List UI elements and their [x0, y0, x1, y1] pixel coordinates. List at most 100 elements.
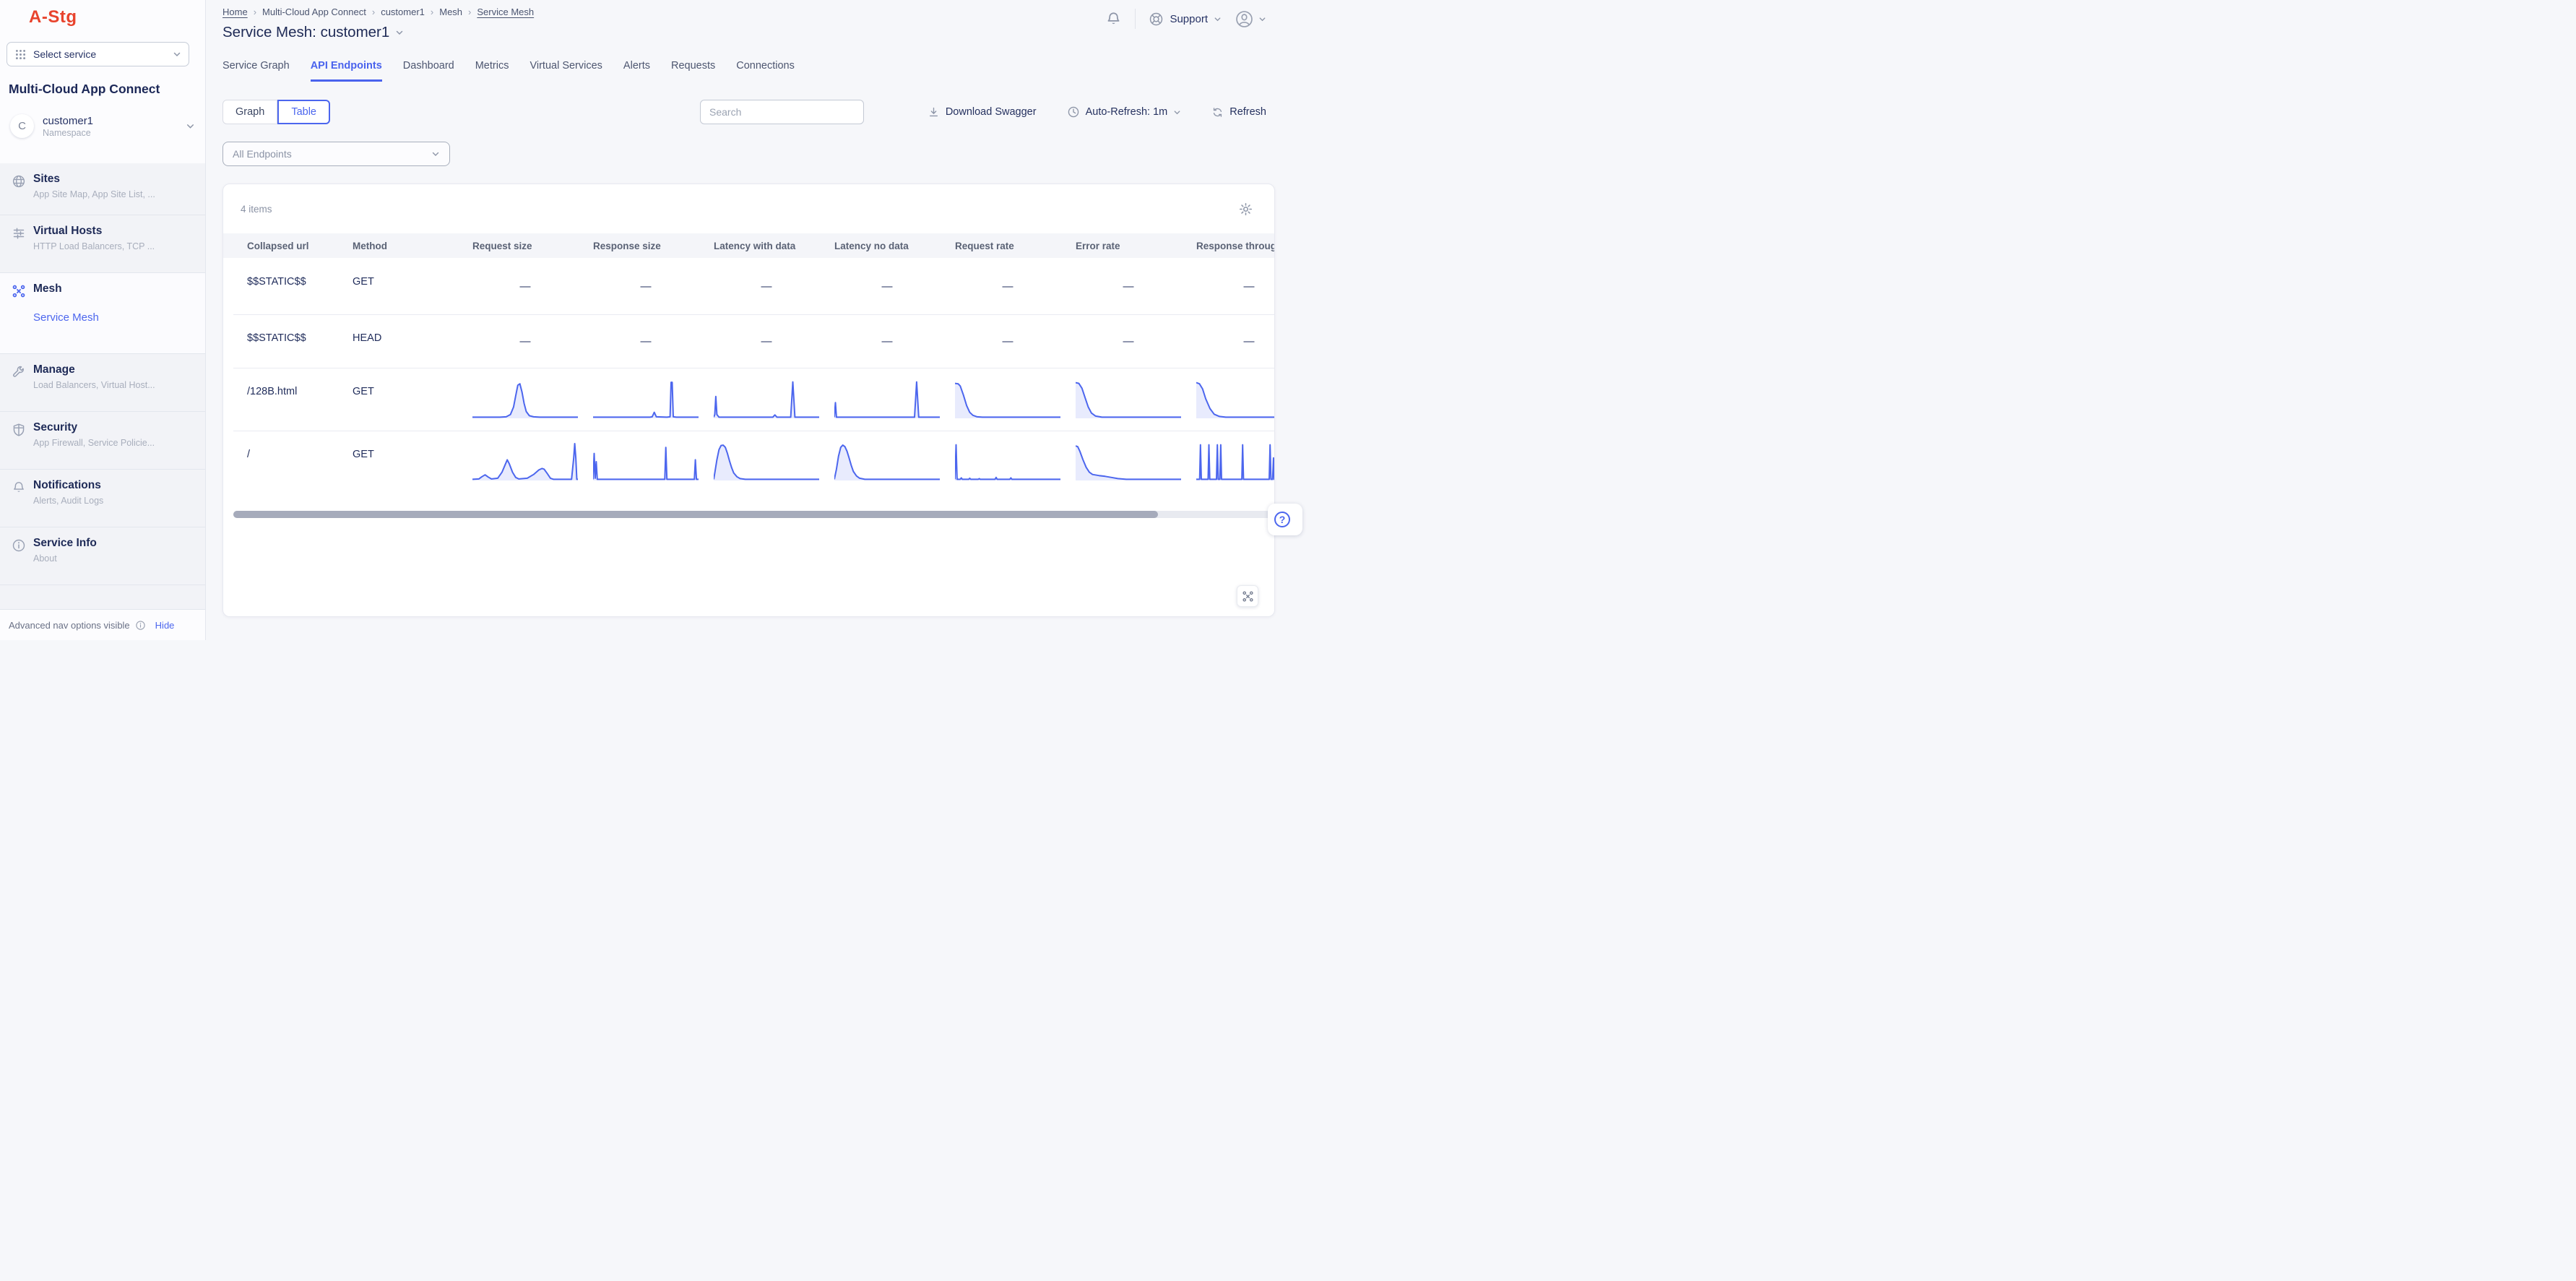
breadcrumb-item[interactable]: Home — [222, 7, 248, 17]
sidebar-item-notifications[interactable]: NotificationsAlerts, Audit Logs — [0, 470, 205, 527]
sidebar-item-title: Security — [33, 421, 194, 434]
sidebar-item-subtitle: App Firewall, Service Policie... — [33, 438, 194, 448]
view-toggle-graph[interactable]: Graph — [222, 100, 277, 124]
column-header-response-throughput[interactable]: Response throughput — [1196, 241, 1275, 251]
auto-refresh-dropdown[interactable]: Auto-Refresh: 1m — [1067, 105, 1182, 118]
download-swagger-button[interactable]: Download Swagger — [928, 106, 1037, 118]
column-header-request-size[interactable]: Request size — [472, 241, 593, 251]
cell-response-size — [593, 379, 714, 420]
tab-metrics[interactable]: Metrics — [475, 60, 509, 82]
sidebar-item-title: Sites — [33, 173, 194, 186]
sidebar-item-service-info[interactable]: Service InfoAbout — [0, 527, 205, 585]
view-toggle-table[interactable]: Table — [277, 100, 330, 124]
column-header-response-size[interactable]: Response size — [593, 241, 714, 251]
mesh-icon — [12, 284, 26, 298]
product-title: Multi-Cloud App Connect — [9, 82, 160, 97]
avatar — [1235, 9, 1254, 29]
tab-alerts[interactable]: Alerts — [623, 60, 650, 82]
select-service-label: Select service — [33, 48, 173, 60]
support-menu[interactable]: Support — [1149, 12, 1222, 27]
cell-request-rate: — — [955, 335, 1060, 348]
column-header-collapsed-url[interactable]: Collapsed url — [247, 241, 353, 251]
tab-dashboard[interactable]: Dashboard — [403, 60, 454, 82]
search-input[interactable] — [700, 100, 864, 124]
tab-virtual-services[interactable]: Virtual Services — [530, 60, 602, 82]
question-icon: ? — [1274, 512, 1290, 527]
namespace-type-label: Namespace — [43, 128, 186, 138]
column-header-request-rate[interactable]: Request rate — [955, 241, 1076, 251]
wrench-icon — [12, 365, 26, 379]
sidebar-filler — [0, 585, 205, 610]
cell-error-rate — [1076, 379, 1196, 420]
breadcrumb-item[interactable]: Multi-Cloud App Connect — [262, 7, 366, 17]
sidebar-item-title: Mesh — [33, 282, 194, 296]
table-row[interactable]: $$STATIC$$GET——————— — [223, 258, 1275, 314]
sidebar-item-subtitle: Load Balancers, Virtual Host... — [33, 380, 194, 390]
breadcrumb-separator: › — [431, 7, 433, 17]
column-header-latency-no-data[interactable]: Latency no data — [834, 241, 955, 251]
sidebar-nav: Sites App Site Map, App Site List, ... Vir… — [0, 163, 205, 610]
info-icon — [12, 538, 26, 553]
refresh-button[interactable]: Refresh — [1211, 106, 1266, 118]
column-header-error-rate[interactable]: Error rate — [1076, 241, 1196, 251]
table-row[interactable]: $$STATIC$$HEAD——————— — [223, 314, 1275, 368]
breadcrumb-separator: › — [468, 7, 471, 17]
cell-method: GET — [353, 431, 472, 493]
sidebar-item-subtitle: HTTP Load Balancers, TCP ... — [33, 241, 194, 251]
cell-collapsed-url: $$STATIC$$ — [247, 258, 353, 314]
breadcrumb-item[interactable]: Service Mesh — [477, 7, 534, 17]
select-service-dropdown[interactable]: Select service — [7, 42, 189, 66]
tab-service-graph[interactable]: Service Graph — [222, 60, 290, 82]
user-menu[interactable] — [1235, 9, 1266, 29]
table-body: $$STATIC$$GET———————$$STATIC$$HEAD——————… — [223, 258, 1274, 493]
app-logo: A-Stg — [29, 7, 77, 27]
breadcrumb-item[interactable]: customer1 — [381, 7, 425, 17]
chevron-down-icon — [431, 150, 440, 158]
horizontal-scrollbar-track[interactable] — [233, 511, 1273, 518]
clock-icon — [1067, 105, 1080, 118]
sidebar-item-sites[interactable]: Sites App Site Map, App Site List, ... — [0, 163, 205, 215]
cell-response-throughput — [1196, 379, 1275, 420]
tab-bar: Service Graph API Endpoints Dashboard Metri… — [222, 60, 1288, 82]
breadcrumb-separator: › — [254, 7, 256, 17]
cell-error-rate — [1076, 441, 1196, 483]
chevron-down-icon[interactable] — [395, 28, 404, 37]
sidebar-item-virtual-hosts[interactable]: Virtual Hosts HTTP Load Balancers, TCP ..… — [0, 215, 205, 273]
endpoint-filter-dropdown[interactable]: All Endpoints — [222, 142, 450, 166]
lifebuoy-icon — [1149, 12, 1164, 27]
sidebar-item-mesh[interactable]: Mesh Service Mesh — [0, 273, 205, 354]
tab-api-endpoints[interactable]: API Endpoints — [311, 60, 382, 82]
cell-response-throughput: — — [1196, 280, 1275, 293]
sidebar-item-title: Virtual Hosts — [33, 225, 194, 238]
table-row[interactable]: /GET — [223, 431, 1275, 493]
hide-nav-button[interactable]: Hide — [155, 620, 175, 631]
column-header-latency-with-data[interactable]: Latency with data — [714, 241, 834, 251]
chevron-down-icon — [186, 121, 195, 131]
cell-latency-no-data: — — [834, 280, 940, 293]
cell-latency-with-data: — — [714, 335, 819, 348]
sidebar-item-subtitle: Alerts, Audit Logs — [33, 496, 194, 506]
mesh-view-button[interactable] — [1237, 585, 1258, 607]
cell-latency-with-data — [714, 441, 834, 483]
view-toggle: GraphTable — [222, 100, 330, 124]
notification-bell-icon[interactable] — [1105, 11, 1122, 27]
sidebar-item-subtitle: App Site Map, App Site List, ... — [33, 189, 194, 199]
namespace-selector[interactable]: C customer1 Namespace — [0, 103, 205, 148]
sidebar: A-Stg Select service Multi-Cloud App Con… — [0, 0, 206, 640]
cell-latency-no-data — [834, 441, 955, 483]
table-header-row: Collapsed urlMethodRequest sizeResponse … — [223, 233, 1275, 258]
table-settings-gear-icon[interactable] — [1238, 202, 1253, 217]
chevron-down-icon — [173, 50, 181, 59]
toolbar: GraphTable Download Swagger Auto-Refresh… — [222, 100, 1275, 124]
breadcrumb-item[interactable]: Mesh — [439, 7, 462, 17]
tab-connections[interactable]: Connections — [736, 60, 795, 82]
column-header-method[interactable]: Method — [353, 241, 472, 251]
horizontal-scrollbar-thumb[interactable] — [233, 511, 1158, 518]
sidebar-item-security[interactable]: Security App Firewall, Service Policie... — [0, 412, 205, 470]
cell-error-rate: — — [1076, 335, 1181, 348]
sidebar-link-service-mesh[interactable]: Service Mesh — [33, 311, 194, 324]
tab-requests[interactable]: Requests — [671, 60, 715, 82]
table-row[interactable]: /128B.htmlGET — [223, 368, 1275, 431]
help-button[interactable]: ? — [1268, 504, 1302, 535]
sidebar-item-manage[interactable]: ManageLoad Balancers, Virtual Host... — [0, 354, 205, 412]
